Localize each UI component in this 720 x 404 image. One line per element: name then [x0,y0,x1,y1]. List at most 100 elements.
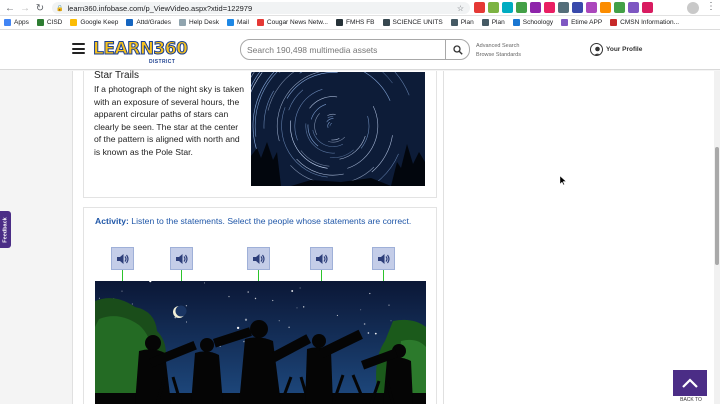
learn360-logo[interactable]: LEARN360 DISTRICT [92,39,188,67]
advanced-search-link[interactable]: Advanced Search [476,42,521,51]
activity-label: Activity: [95,216,129,226]
activity-instructions: Listen to the statements. Select the peo… [131,216,412,226]
search-bar [240,39,470,60]
hamburger-menu-icon[interactable] [72,43,85,54]
logo-wordmark: LEARN360 [92,39,188,60]
bookmark-item[interactable]: Cougar News Netw... [256,19,328,26]
bookmark-icon [256,19,264,26]
profile-avatar-icon [590,43,603,56]
bookmark-label: Plan [460,19,474,26]
speaker-icon [175,253,188,264]
extensions-bar [474,2,653,13]
bookmark-label: Help Desk [189,19,219,26]
bookmark-icon [126,19,134,26]
reload-icon[interactable]: ↻ [33,1,47,15]
more-menu-icon[interactable]: ⋮ [706,1,716,12]
bookmark-label: Plan [491,19,505,26]
bookmark-icon [450,19,458,26]
extension-icon[interactable] [474,2,485,13]
search-links: Advanced Search Browse Standards [476,42,521,60]
extension-icon[interactable] [544,2,555,13]
bookmark-item[interactable]: Apps [4,19,29,26]
back-to-top-label: BACK TO [680,397,702,403]
extension-icon[interactable] [614,2,625,13]
bookmark-label: Cougar News Netw... [266,19,328,26]
bookmark-item[interactable]: Mail [226,19,249,26]
back-to-top-button[interactable] [673,370,707,396]
bookmark-label: FMHS FB [345,19,375,26]
bookmark-item[interactable]: CMSN Information... [610,19,679,26]
extension-icon[interactable] [558,2,569,13]
bookmark-icon [481,19,489,26]
bookmark-item[interactable]: Etime APP [561,19,602,26]
search-icon [452,44,463,55]
address-bar[interactable]: 🔒 learn360.infobase.com/p_ViewVideo.aspx… [52,2,470,14]
star-trails-image [251,72,425,186]
search-input[interactable] [247,43,443,57]
feedback-tab[interactable]: Feedback [0,211,11,248]
bookmark-item[interactable]: SCIENCE UNITS [382,19,443,26]
star-trails-title: Star Trails [94,70,140,81]
bookmark-item[interactable]: CISD [36,19,62,26]
extension-icon[interactable] [586,2,597,13]
bookmark-star-icon[interactable]: ☆ [457,4,464,13]
activity-prompt: Activity: Listen to the statements. Sele… [95,216,430,227]
bookmark-label: Etime APP [571,19,603,26]
right-column [444,71,714,404]
bookmark-icon [561,19,569,26]
browse-standards-link[interactable]: Browse Standards [476,51,521,60]
extension-icon[interactable] [502,2,513,13]
bookmark-item[interactable]: Schoology [512,19,554,26]
logo-district: DISTRICT [149,59,176,65]
extension-icon[interactable] [628,2,639,13]
bookmark-icon [512,19,520,26]
bookmark-icon [179,19,186,26]
audio-statement-button[interactable] [111,247,134,270]
back-arrow-icon[interactable]: ← [3,1,17,15]
profile-link[interactable]: Your Profile [590,43,642,56]
extension-icon[interactable] [572,2,583,13]
speaker-icon [252,253,265,264]
chrome-profile-avatar[interactable] [687,2,699,14]
bookmark-icon [36,19,44,26]
extension-icon[interactable] [642,2,653,13]
bookmark-item[interactable]: FMHS FB [335,19,375,26]
extension-icon[interactable] [488,2,499,13]
forward-arrow-icon[interactable]: → [18,1,32,15]
bookmark-icon [70,19,78,26]
feedback-label: Feedback [2,216,9,243]
bookmarks-bar: Apps CISD Google Keep Attd/Grades Help Desk M… [0,16,720,30]
audio-statement-button[interactable] [247,247,270,270]
bookmark-item[interactable]: Plan [450,19,474,26]
scrollbar-thumb[interactable] [715,147,719,265]
bookmark-label: SCIENCE UNITS [392,19,443,26]
bookmark-item[interactable]: Attd/Grades [126,19,171,26]
speaker-icon [315,253,328,264]
bookmark-label: Mail [236,19,249,26]
bookmark-label: Apps [14,19,29,26]
mouse-cursor-icon [560,176,566,185]
extension-icon[interactable] [530,2,541,13]
bookmark-label: Schoology [522,19,554,26]
audio-statement-button[interactable] [170,247,193,270]
search-button[interactable] [445,40,469,59]
extension-icon[interactable] [600,2,611,13]
bookmark-item[interactable]: Google Keep [70,19,118,26]
star-trails-text: If a photograph of the night sky is take… [94,84,245,157]
extension-icon[interactable] [516,2,527,13]
chevron-up-icon [682,378,698,388]
audio-statement-button[interactable] [310,247,333,270]
stargazers-scene [95,281,426,404]
audio-statement-button[interactable] [372,247,395,270]
speaker-icon [116,253,129,264]
bookmark-label: CMSN Information... [620,19,680,26]
bookmark-icon [4,19,11,26]
bookmark-item[interactable]: Plan [481,19,505,26]
bookmark-item[interactable]: Help Desk [179,19,219,26]
bookmark-icon [610,19,618,26]
bookmark-icon [335,19,343,26]
profile-label: Your Profile [606,46,643,53]
bookmark-icon [382,19,390,26]
bookmark-label: Attd/Grades [136,19,171,26]
browser-toolbar: ← → ↻ 🔒 learn360.infobase.com/p_ViewVide… [0,0,720,16]
